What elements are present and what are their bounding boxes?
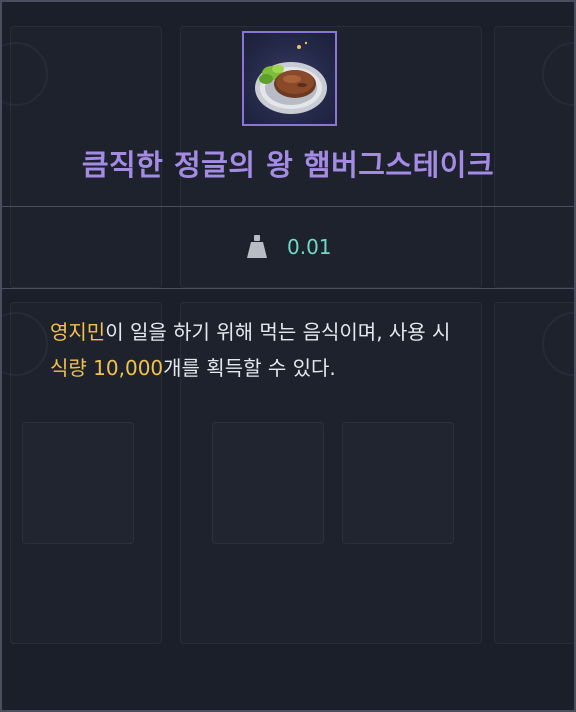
weight-row: 0.01 (2, 208, 574, 288)
background-panel (342, 422, 454, 544)
hamburg-steak-icon (242, 31, 337, 126)
description-text: 개를 획득할 수 있다. (163, 356, 336, 380)
tooltip-header: 큼직한 정글의 왕 햄버그스테이크 (2, 2, 574, 206)
highlight-text: 영지민 (50, 320, 106, 344)
divider (2, 206, 574, 207)
description-text: 이 일을 하기 위해 먹는 음식이며, 사용 시 (105, 320, 451, 344)
background-panel (22, 422, 134, 544)
background-panel (212, 422, 324, 544)
divider (2, 288, 574, 289)
weight-value: 0.01 (287, 235, 332, 259)
highlight-text: 식량 10,000 (50, 356, 164, 380)
weight-icon (246, 234, 268, 260)
item-tooltip: 큼직한 정글의 왕 햄버그스테이크 0.01 영지민이 일을 하기 위해 먹는 … (0, 0, 576, 712)
item-name: 큼직한 정글의 왕 햄버그스테이크 (81, 148, 495, 182)
item-description: 영지민이 일을 하기 위해 먹는 음식이며, 사용 시 식량 10,000개를 … (50, 314, 550, 386)
